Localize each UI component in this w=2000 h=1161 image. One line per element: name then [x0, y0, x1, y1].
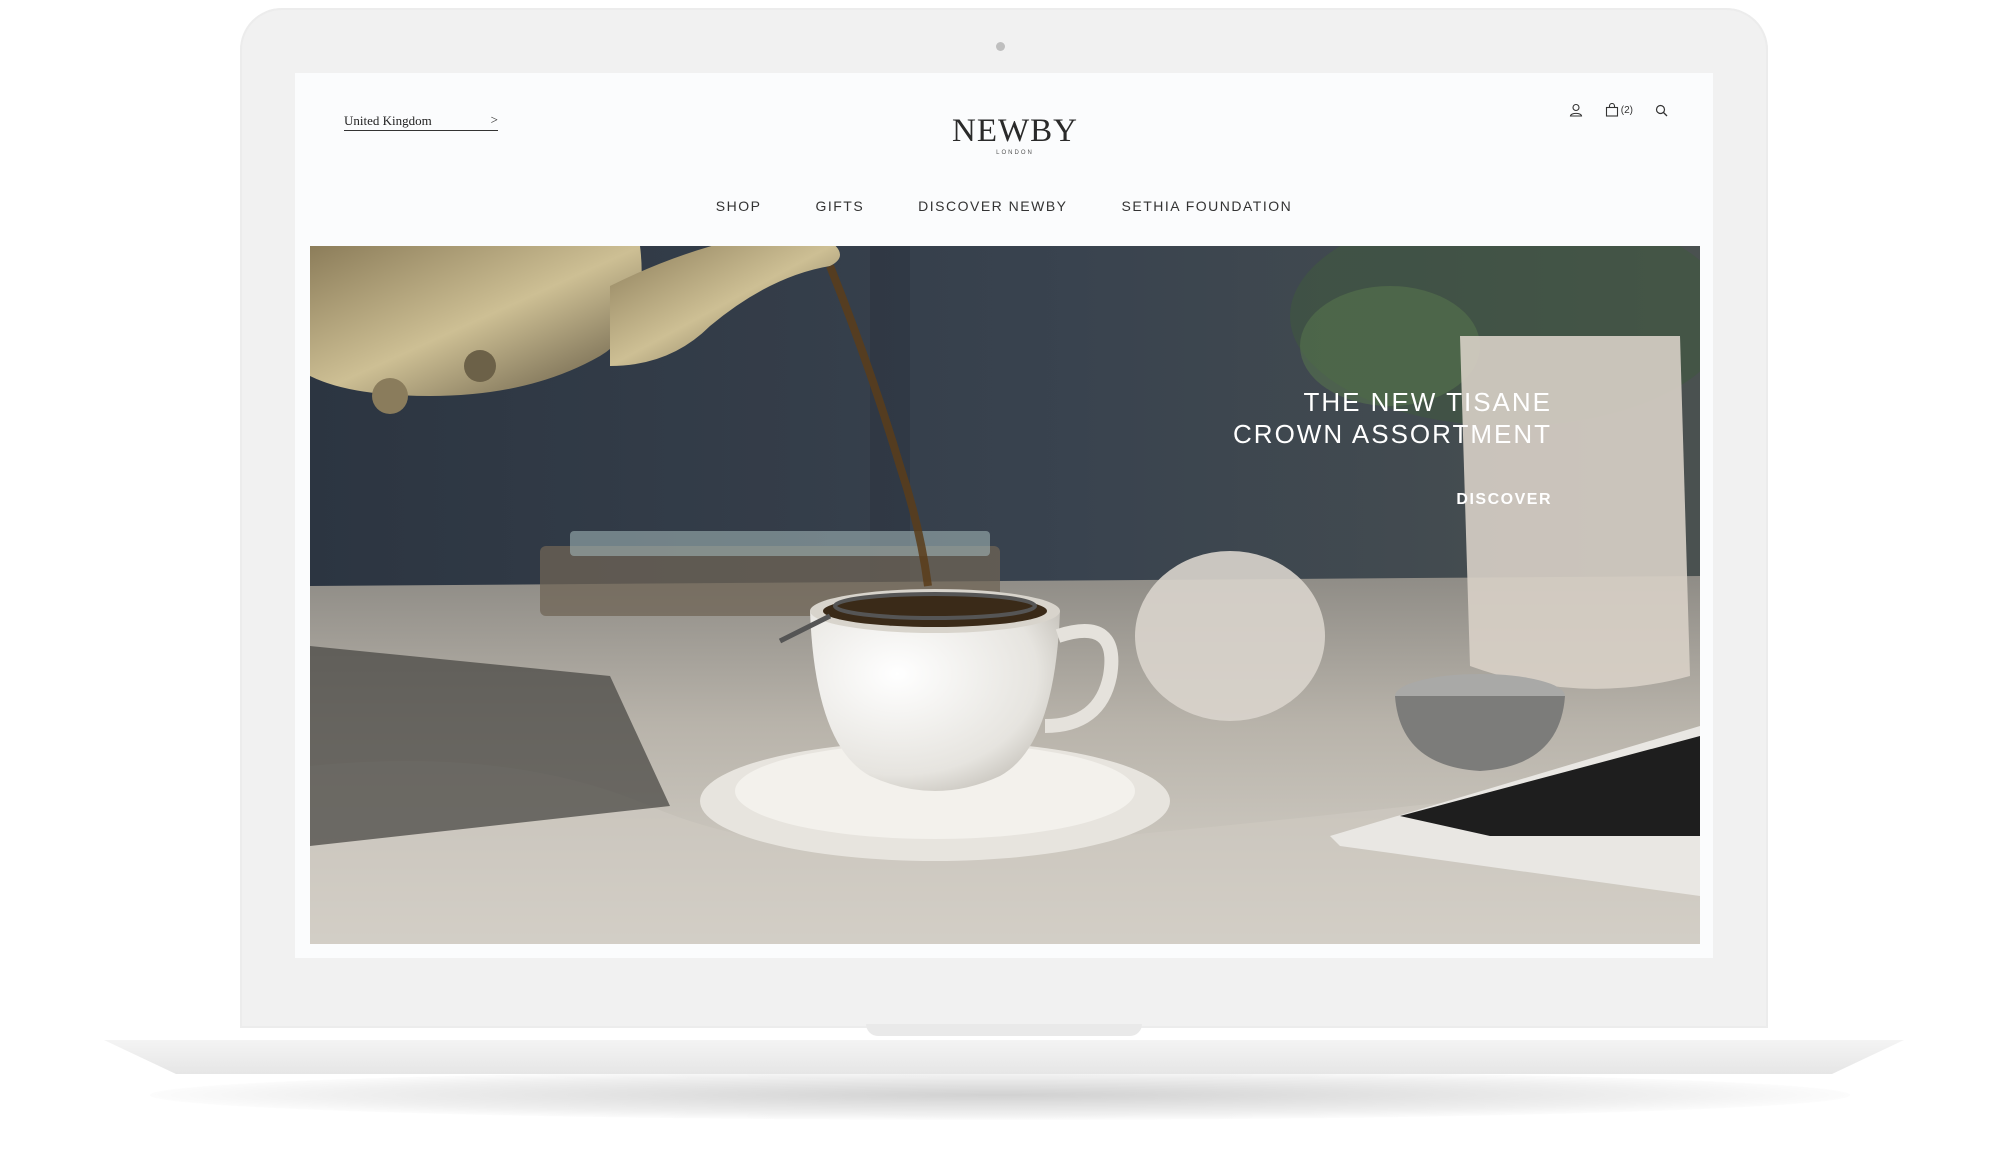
- cart-count: (2): [1620, 104, 1633, 116]
- discover-button[interactable]: DISCOVER: [1456, 491, 1552, 509]
- search-button[interactable]: [1655, 104, 1668, 117]
- laptop-base: [104, 1040, 1904, 1074]
- nav-item-discover-newby[interactable]: DISCOVER NEWBY: [918, 198, 1067, 214]
- laptop-hinge-notch: [866, 1024, 1142, 1036]
- user-icon: [1569, 103, 1582, 117]
- hero-banner[interactable]: THE NEW TISANE CROWN ASSORTMENT DISCOVER: [310, 246, 1700, 944]
- hero-title-line1: THE NEW TISANE: [1303, 387, 1552, 417]
- account-button[interactable]: [1569, 103, 1583, 117]
- laptop-mockup: United Kingdom > NEWBY LONDON (2) SHOP G…: [0, 0, 2000, 1161]
- cart-button[interactable]: (2): [1605, 103, 1633, 117]
- header-utilities: (2): [1569, 103, 1668, 117]
- main-navigation: SHOP GIFTS DISCOVER NEWBY SETHIA FOUNDAT…: [295, 198, 1713, 214]
- nav-item-shop[interactable]: SHOP: [716, 198, 762, 214]
- hero-title-line2: CROWN ASSORTMENT: [1233, 419, 1552, 449]
- logo-subtitle: LONDON: [996, 150, 1034, 156]
- laptop-camera: [996, 42, 1005, 51]
- chevron-right-icon: >: [490, 112, 498, 127]
- nav-item-sethia-foundation[interactable]: SETHIA FOUNDATION: [1122, 198, 1293, 214]
- nav-item-gifts[interactable]: GIFTS: [815, 198, 864, 214]
- laptop-shadow: [150, 1070, 1850, 1120]
- search-icon: [1655, 104, 1668, 116]
- browser-screen: United Kingdom > NEWBY LONDON (2) SHOP G…: [295, 73, 1713, 958]
- logo-wordmark: NEWBY: [952, 113, 1078, 149]
- hero-image: [310, 246, 1700, 944]
- site-logo[interactable]: NEWBY LONDON: [895, 113, 1135, 157]
- bag-icon: [1605, 103, 1618, 117]
- hero-title: THE NEW TISANE CROWN ASSORTMENT: [1233, 386, 1552, 450]
- country-selector[interactable]: United Kingdom >: [344, 112, 498, 131]
- country-label: United Kingdom: [344, 113, 432, 128]
